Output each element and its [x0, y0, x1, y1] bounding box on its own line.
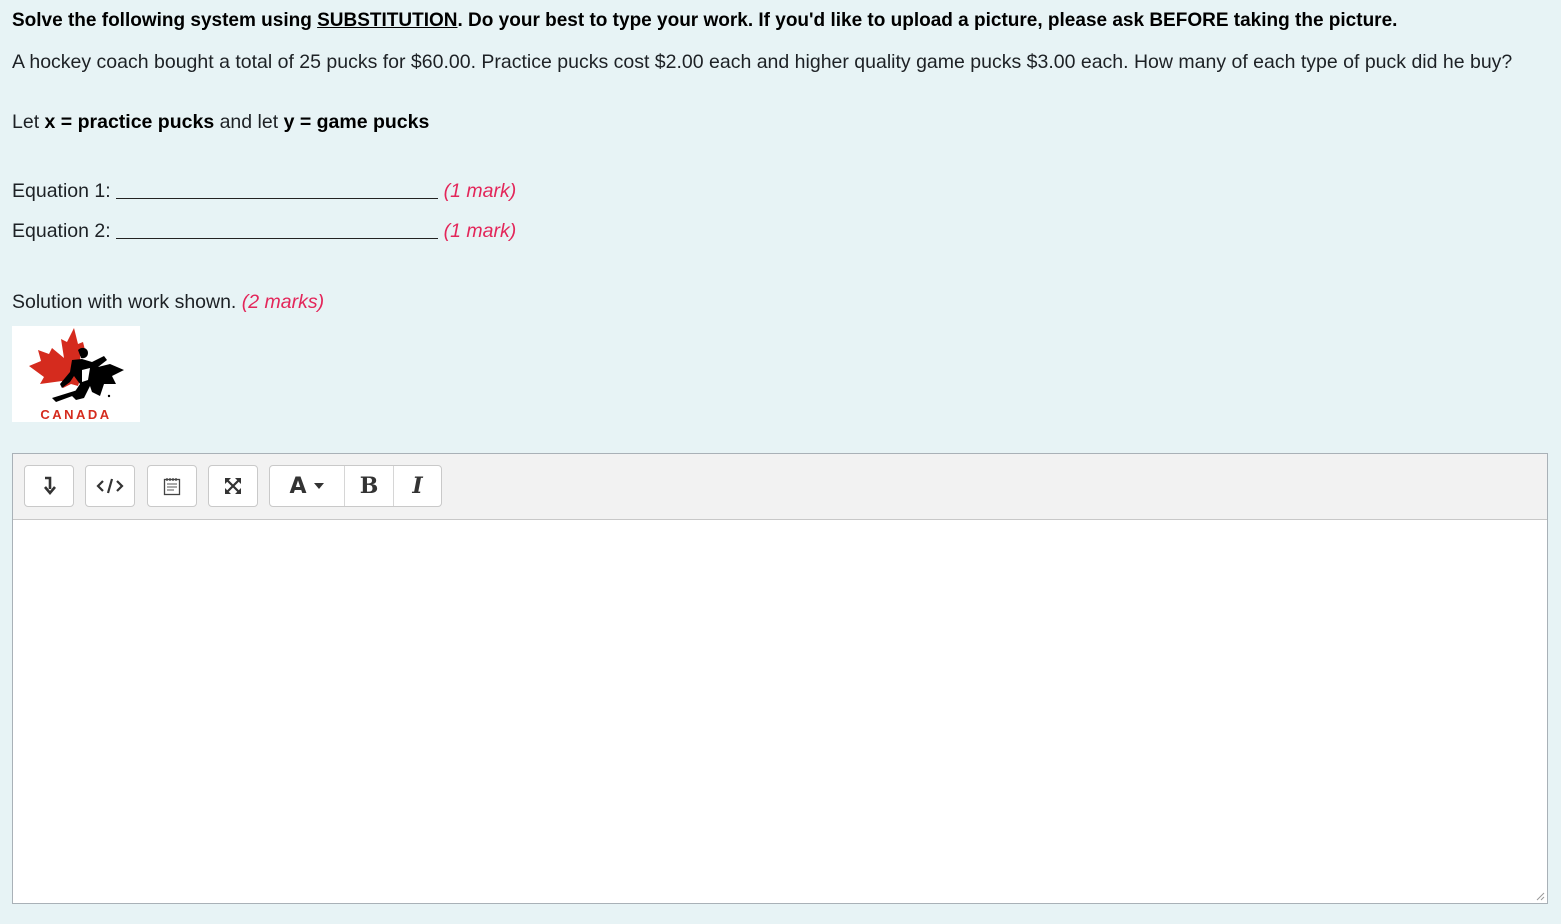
autosave-notes-icon [163, 478, 181, 496]
equation-1-row: Equation 1: (1 mark) [12, 176, 516, 206]
italic-icon: I [412, 473, 423, 499]
bold-button[interactable]: B [344, 466, 393, 506]
variable-y-definition: y = game pucks [283, 111, 430, 133]
answer-editor: A B I [12, 453, 1548, 904]
logo-text: CANADA [40, 407, 112, 422]
expand-toolbar-button[interactable] [24, 465, 74, 507]
bold-icon: B [359, 473, 379, 499]
equation-2-blank [115, 220, 438, 239]
fullscreen-icon [225, 478, 241, 494]
editor-toolbar: A B I [13, 454, 1547, 520]
let-mid: and let [214, 111, 284, 133]
equation-1-marks: (1 mark) [443, 180, 517, 202]
editor-content-area[interactable] [13, 520, 1547, 903]
instruction-text-start: Solve the following system using [12, 10, 318, 31]
expand-toolbar-icon [44, 476, 56, 496]
font-color-button[interactable]: A [270, 466, 344, 506]
italic-button[interactable]: I [393, 466, 441, 506]
autosave-notes-button[interactable] [147, 465, 197, 507]
fullscreen-button[interactable] [208, 465, 258, 507]
solution-label: Solution with work shown. [12, 291, 237, 313]
variable-x-definition: x = practice pucks [44, 111, 215, 133]
problem-text: A hockey coach bought a total of 25 puck… [12, 51, 1513, 73]
question-instruction: Solve the following system using SUBSTIT… [12, 9, 1397, 33]
equation-2-row: Equation 2: (1 mark) [12, 216, 516, 246]
font-color-icon: A [289, 473, 307, 499]
equation-1-label: Equation 1: [12, 180, 111, 202]
hockey-canada-logo: CANADA [12, 326, 140, 422]
equation-2-label: Equation 2: [12, 220, 111, 242]
let-prefix: Let [12, 111, 45, 133]
html-source-button[interactable] [85, 465, 135, 507]
equation-1-blank [115, 180, 438, 199]
solution-marks: (2 marks) [241, 291, 325, 313]
question-page: Solve the following system using SUBSTIT… [0, 0, 1561, 924]
instruction-text-end: . Do your best to type your work. If you… [457, 10, 1398, 31]
variable-definitions: Let x = practice pucks and let y = game … [12, 107, 429, 137]
html-code-icon [96, 478, 124, 494]
solution-prompt: Solution with work shown. (2 marks) [12, 287, 324, 317]
resize-handle-icon[interactable] [1535, 891, 1545, 901]
text-format-group: A B I [269, 465, 442, 507]
equation-2-marks: (1 mark) [443, 220, 517, 242]
chevron-down-icon [313, 483, 324, 489]
instruction-method: SUBSTITUTION [317, 10, 458, 31]
